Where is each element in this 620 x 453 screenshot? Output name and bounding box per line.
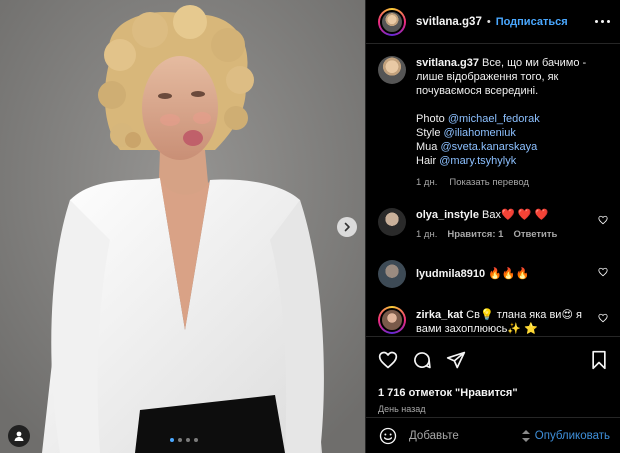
carousel-next-button[interactable] (337, 217, 357, 237)
comment-age: 1 дн. (416, 229, 438, 240)
comment-username[interactable]: zirka_kat (416, 309, 463, 321)
heart-icon[interactable] (598, 215, 608, 225)
credit-handle-link[interactable]: @michael_fedorak (448, 113, 540, 125)
comment-item: olya_instyle Вах❤️ ❤️ ❤️ 1 дн. Нравится:… (378, 208, 610, 242)
reply-button[interactable]: Ответить (513, 228, 557, 242)
more-options-icon[interactable] (595, 20, 610, 23)
post-header: svitlana.g37 • Подписаться (366, 0, 620, 44)
translate-link[interactable]: Показать перевод (449, 176, 529, 190)
caption-age: 1 дн. (416, 177, 438, 188)
comment-input[interactable]: Добавьте (409, 430, 521, 442)
comment-likes[interactable]: Нравится: 1 (447, 228, 503, 242)
comment-username[interactable]: lyudmila8910 (416, 268, 485, 280)
person-icon (14, 431, 24, 441)
smiley-icon[interactable] (379, 427, 397, 445)
heart-icon[interactable] (598, 313, 608, 323)
post-photo[interactable] (0, 0, 365, 453)
credit-handle-link[interactable]: @sveta.kanarskaya (440, 141, 537, 153)
post-actions: 1 716 отметок "Нравится" День назад (366, 336, 620, 414)
instagram-post-modal: svitlana.g37 • Подписаться svitlana.g37 … (0, 0, 620, 453)
caption-avatar[interactable] (378, 56, 406, 84)
header-separator: • (486, 15, 491, 28)
credit-label: Style (416, 127, 441, 139)
carousel-dot (178, 438, 182, 442)
publish-button[interactable]: Опубликовать (535, 430, 610, 442)
carousel-dot (186, 438, 190, 442)
carousel-dot (194, 438, 198, 442)
carousel-dot (170, 438, 174, 442)
comment-bubble-icon[interactable] (412, 350, 432, 370)
credit-label: Mua (416, 141, 438, 153)
author-username[interactable]: svitlana.g37 (416, 16, 482, 28)
comment-username[interactable]: olya_instyle (416, 209, 479, 221)
caption-meta: 1 дн. Показать перевод (416, 176, 610, 190)
carousel-indicator (170, 438, 198, 442)
caption-username[interactable]: svitlana.g37 (416, 57, 479, 69)
commenter-avatar[interactable] (378, 306, 406, 334)
comment-composer: Добавьте Опубликовать (366, 417, 620, 453)
post-side-panel: svitlana.g37 • Подписаться svitlana.g37 … (365, 0, 620, 453)
credit-handle-link[interactable]: @mary.tsyhylyk (439, 155, 516, 167)
comment-item: lyudmila8910 🔥🔥🔥 (378, 260, 610, 288)
comments-list[interactable]: svitlana.g37 Все, що ми бачимо - лише ві… (366, 44, 620, 336)
credit-handle-link[interactable]: @iliahomeniuk (444, 127, 516, 139)
sort-arrows-icon (521, 429, 530, 442)
chevron-right-icon (344, 222, 350, 232)
author-avatar[interactable] (378, 7, 406, 36)
comment-text: 🔥🔥🔥 (488, 268, 530, 280)
portrait-image (0, 0, 365, 453)
credit-label: Hair (416, 155, 437, 167)
paper-plane-icon[interactable] (446, 350, 466, 370)
heart-icon[interactable] (598, 267, 608, 277)
commenter-avatar[interactable] (378, 260, 406, 288)
comment-item: zirka_kat Св💡 тлана яка ви😍 я вами захоп… (378, 306, 610, 336)
post-date: День назад (378, 404, 426, 414)
commenter-avatar[interactable] (378, 208, 406, 236)
follow-button[interactable]: Подписаться (496, 16, 568, 28)
comment-text: Вах❤️ ❤️ ❤️ (482, 209, 549, 221)
bookmark-icon[interactable] (590, 350, 608, 370)
credit-label: Photo (416, 113, 445, 125)
tagged-users-button[interactable] (8, 425, 30, 447)
heart-icon[interactable] (378, 350, 398, 370)
post-caption: svitlana.g37 Все, що ми бачимо - лише ві… (378, 56, 610, 190)
likes-count[interactable]: 1 716 отметок "Нравится" (378, 387, 608, 399)
